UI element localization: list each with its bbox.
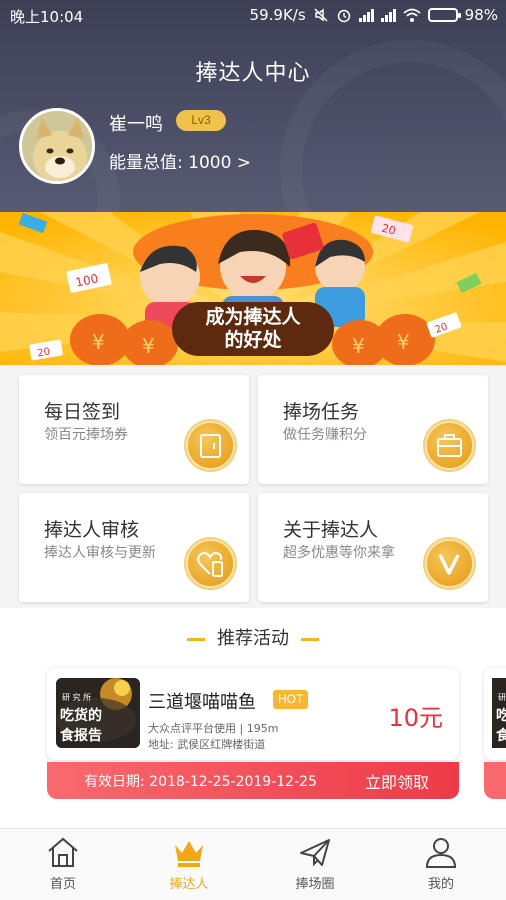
claim-button[interactable]: 立即领取 xyxy=(365,769,429,793)
mute-icon xyxy=(314,8,328,22)
profile-header: 晚上10:04 59.9K/s 98% 捧达人中心 崔一鸣 Lv3 能量总值: … xyxy=(0,0,506,212)
tab-home[interactable]: 首页 xyxy=(0,829,126,900)
promo-meta-line1: 大众点评平台使用 | 195m xyxy=(148,722,279,735)
battery-icon xyxy=(427,8,461,22)
tab-label: 首页 xyxy=(49,877,76,892)
tab-label: 捧场圈 xyxy=(295,877,335,892)
briefcase-icon xyxy=(425,421,474,470)
wifi-icon xyxy=(403,8,421,22)
next-promo-image: 研 吃 食 xyxy=(492,678,506,748)
card-subtitle: 领百元捧场券 xyxy=(44,427,128,443)
bill-20-label-1: 20 xyxy=(37,346,51,359)
next-promo-image-text-2: 食 xyxy=(496,727,506,744)
battery-level: 98% xyxy=(464,6,498,24)
banner-caption-line2: 的好处 xyxy=(224,329,282,351)
hot-badge: HOT xyxy=(273,690,309,709)
section-title: 推荐活动 xyxy=(0,624,506,650)
level-badge: Lv3 xyxy=(176,110,226,131)
yen-symbol-2: ¥ xyxy=(142,334,155,358)
promo-card[interactable]: 研 究 所 吃货的 食报告 三道堰喵喵鱼 HOT 大众点评平台使用 | 195m… xyxy=(47,668,459,799)
page-title: 捧达人中心 xyxy=(195,61,311,86)
status-bar: 晚上10:04 59.9K/s 98% xyxy=(0,0,506,30)
user-name: 崔一鸣 xyxy=(109,114,163,135)
energy-value: 1000 > xyxy=(188,153,252,173)
next-promo-image-text-1: 吃 xyxy=(496,707,506,724)
card-title: 捧场任务 xyxy=(283,401,360,423)
heart-phone-icon xyxy=(186,539,235,588)
card-subtitle: 捧达人审核与更新 xyxy=(44,545,156,561)
daily-checkin-card[interactable]: 每日签到 领百元捧场券 xyxy=(19,375,249,484)
about-card[interactable]: 关于捧达人 超多优惠等你来拿 xyxy=(258,493,488,602)
section-title-text: 推荐活动 xyxy=(217,628,289,649)
tab-pengdaren[interactable]: 捧达人 xyxy=(126,829,252,900)
card-title: 关于捧达人 xyxy=(283,519,379,541)
signal-icon xyxy=(358,8,374,22)
energy-total[interactable]: 能量总值: 1000 > xyxy=(109,148,251,173)
yen-symbol-4: ¥ xyxy=(397,330,410,354)
v-icon xyxy=(425,539,474,588)
yen-symbol-1: ¥ xyxy=(92,330,105,354)
signal-icon-2 xyxy=(380,8,396,22)
card-title: 每日签到 xyxy=(44,401,121,423)
promo-validity: 有效日期: 2018-12-25-2019-12-25 xyxy=(84,774,317,790)
tab-mine[interactable]: 我的 xyxy=(378,829,504,900)
wallet-icon xyxy=(186,421,235,470)
status-time: 晚上10:04 xyxy=(10,8,84,26)
energy-label: 能量总值: xyxy=(109,153,183,173)
promo-meta: 大众点评平台使用 | 195m 地址: 武侯区红牌楼街道 xyxy=(148,721,278,753)
crown-icon xyxy=(175,841,203,867)
promo-image-text-1: 吃货的 xyxy=(60,707,102,724)
bottom-tab-bar: 首页 捧达人 捧场圈 我的 xyxy=(0,828,506,900)
paper-plane-icon xyxy=(300,839,330,867)
benefits-banner[interactable]: ¥ ¥ ¥ ¥ 100 20 20 20 成为捧达人 的好处 xyxy=(0,212,506,365)
promo-price: 10元 xyxy=(388,704,443,732)
alarm-icon xyxy=(337,9,350,23)
review-card[interactable]: 捧达人审核 捧达人审核与更新 xyxy=(19,493,249,602)
promo-image: 研 究 所 吃货的 食报告 xyxy=(56,678,140,748)
tab-circle[interactable]: 捧场圈 xyxy=(252,829,378,900)
banner-caption: 成为捧达人 的好处 xyxy=(172,302,334,356)
avatar[interactable] xyxy=(19,108,95,184)
title-dash-right xyxy=(301,637,319,641)
yen-symbol-3: ¥ xyxy=(352,334,365,358)
next-promo-image-small-text: 研 xyxy=(498,693,506,702)
network-speed: 59.9K/s xyxy=(249,6,306,24)
person-icon xyxy=(425,838,457,868)
tab-label: 捧达人 xyxy=(169,877,209,892)
promo-name: 三道堰喵喵鱼 xyxy=(148,692,256,713)
promo-address: 地址: 武侯区红牌楼街道 xyxy=(148,738,266,751)
promo-footer: 有效日期: 2018-12-25-2019-12-25 立即领取 xyxy=(47,762,459,799)
tab-label: 我的 xyxy=(427,877,454,892)
promo-image-text-2: 食报告 xyxy=(60,727,102,744)
banner-caption-line1: 成为捧达人 xyxy=(205,306,301,328)
card-subtitle: 超多优惠等你来拿 xyxy=(283,545,395,561)
title-dash-left xyxy=(187,637,205,641)
next-promo-card[interactable]: 研 吃 食 xyxy=(484,668,506,799)
card-subtitle: 做任务赚积分 xyxy=(283,427,367,443)
home-icon xyxy=(48,837,78,867)
card-title: 捧达人审核 xyxy=(44,519,140,541)
tasks-card[interactable]: 捧场任务 做任务赚积分 xyxy=(258,375,488,484)
promo-body: 研 究 所 吃货的 食报告 三道堰喵喵鱼 HOT 大众点评平台使用 | 195m… xyxy=(47,668,459,760)
promo-image-small-text: 研 究 所 xyxy=(62,692,91,702)
